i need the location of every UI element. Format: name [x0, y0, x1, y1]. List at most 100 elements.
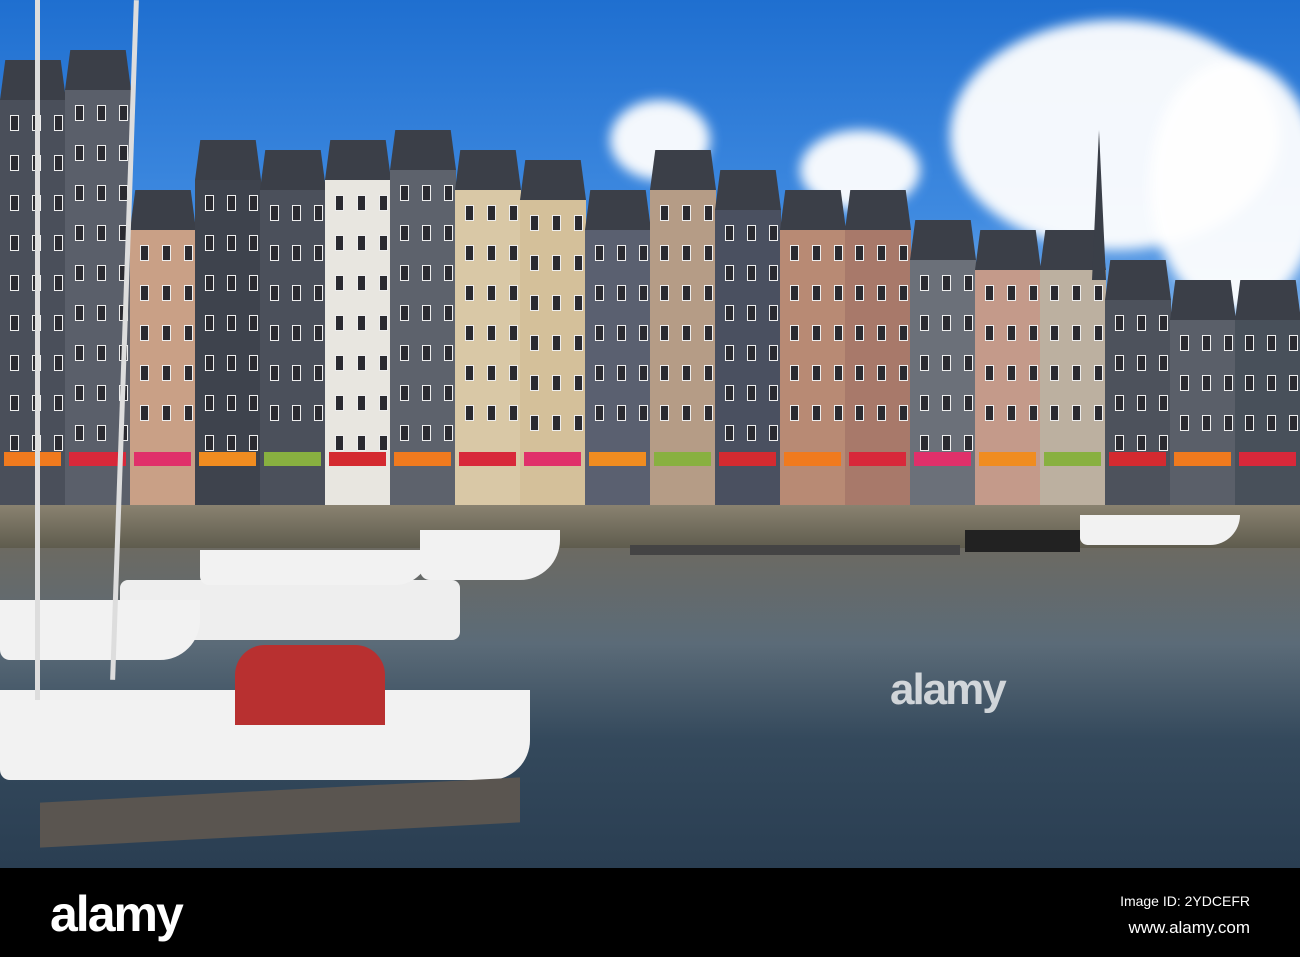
window: [270, 405, 279, 421]
window: [422, 265, 431, 281]
building: [0, 60, 66, 508]
roof: [715, 170, 781, 210]
window: [964, 395, 973, 411]
window: [747, 385, 756, 401]
cafe-awning: [719, 452, 776, 466]
window: [1245, 415, 1254, 431]
window: [422, 305, 431, 321]
window: [747, 305, 756, 321]
window: [205, 355, 214, 371]
window: [119, 145, 128, 161]
window: [54, 275, 63, 291]
window: [292, 405, 301, 421]
pontoon: [630, 545, 960, 555]
window: [574, 215, 583, 231]
window: [1180, 375, 1189, 391]
window: [660, 365, 669, 381]
window: [509, 325, 518, 341]
window: [899, 365, 908, 381]
window: [10, 235, 19, 251]
window: [400, 345, 409, 361]
window: [1007, 365, 1016, 381]
window: [400, 385, 409, 401]
window: [574, 375, 583, 391]
window: [1224, 335, 1233, 351]
window: [357, 395, 366, 411]
cafe-awning: [394, 452, 451, 466]
window: [227, 235, 236, 251]
window: [54, 435, 63, 451]
roof: [260, 150, 326, 190]
window: [140, 405, 149, 421]
window: [1289, 335, 1298, 351]
window: [595, 325, 604, 341]
window: [834, 325, 843, 341]
window: [574, 295, 583, 311]
harbor-photo: alamy: [0, 0, 1300, 868]
window: [725, 425, 734, 441]
window: [530, 295, 539, 311]
roof: [65, 50, 131, 90]
window: [639, 325, 648, 341]
window: [314, 205, 323, 221]
roof: [1235, 280, 1300, 320]
window: [725, 225, 734, 241]
window: [227, 355, 236, 371]
window: [444, 225, 453, 241]
window: [465, 325, 474, 341]
roof: [130, 190, 196, 230]
window: [682, 405, 691, 421]
window: [617, 285, 626, 301]
window: [270, 325, 279, 341]
window: [877, 245, 886, 261]
window: [812, 245, 821, 261]
building: [1170, 280, 1236, 508]
window: [985, 285, 994, 301]
window: [574, 335, 583, 351]
window: [942, 315, 951, 331]
cafe-awning: [1239, 452, 1296, 466]
window: [552, 415, 561, 431]
window: [639, 285, 648, 301]
window: [1115, 355, 1124, 371]
window: [119, 105, 128, 121]
window: [1245, 375, 1254, 391]
cafe-awning: [1174, 452, 1231, 466]
window: [769, 425, 778, 441]
window: [877, 285, 886, 301]
window: [162, 365, 171, 381]
window: [920, 315, 929, 331]
window: [790, 325, 799, 341]
roof: [195, 140, 261, 180]
window: [595, 365, 604, 381]
window: [704, 285, 713, 301]
motorboat: [420, 530, 560, 580]
cafe-awning: [849, 452, 906, 466]
window: [1224, 375, 1233, 391]
window: [747, 425, 756, 441]
window: [292, 365, 301, 381]
window: [509, 285, 518, 301]
cafe-awning: [914, 452, 971, 466]
window: [205, 395, 214, 411]
window: [1159, 395, 1168, 411]
window: [769, 385, 778, 401]
window: [444, 385, 453, 401]
window: [75, 105, 84, 121]
window: [530, 375, 539, 391]
window: [704, 325, 713, 341]
window: [595, 405, 604, 421]
window: [140, 245, 149, 261]
window: [75, 185, 84, 201]
roof: [325, 140, 391, 180]
window: [54, 195, 63, 211]
window: [314, 245, 323, 261]
window: [379, 355, 388, 371]
window: [855, 405, 864, 421]
window: [1050, 285, 1059, 301]
sailboat: [200, 550, 430, 585]
window: [790, 365, 799, 381]
roof: [910, 220, 976, 260]
cafe-awning: [199, 452, 256, 466]
window: [227, 435, 236, 451]
